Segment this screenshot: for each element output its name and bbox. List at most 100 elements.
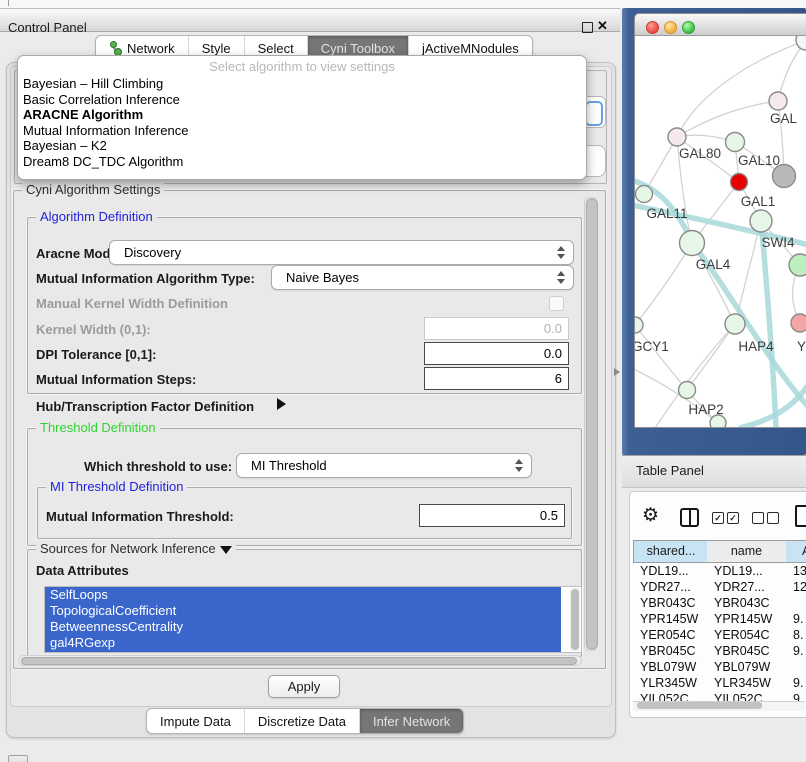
table-cell[interactable]: 12 [793,579,806,595]
table-cell[interactable]: YDR27... [640,579,707,595]
table-cell[interactable]: 9. [793,691,806,701]
network-node[interactable] [796,36,806,50]
attributes-vscroll-thumb[interactable] [571,589,579,650]
column-header-shared[interactable]: shared... [633,540,709,563]
aracne-mode-combo[interactable]: Discovery [109,240,574,265]
column-header-A[interactable]: A [786,540,806,563]
algorithm-option[interactable]: Dream8 DC_TDC Algorithm [18,154,586,170]
collapse-arrow-icon[interactable] [220,546,232,554]
table-cell[interactable]: YBR045C [714,643,786,659]
split-columns-icon[interactable] [680,508,699,527]
table-cell[interactable] [793,595,806,611]
table-cell[interactable]: YBR043C [640,595,707,611]
settings-horizontal-scrollbar[interactable] [18,655,582,666]
table-cell[interactable]: YDL19... [640,563,707,579]
close-traffic-icon[interactable] [646,21,659,34]
table-cell[interactable]: YBL079W [640,659,707,675]
deselect-check-icon-1[interactable] [752,512,764,524]
attribute-item[interactable]: SelfLoops [45,587,561,603]
mi-steps-field[interactable]: 6 [424,367,569,390]
select-check-icon-2[interactable]: ✓ [727,512,739,524]
data-attributes-list[interactable]: SelfLoopsTopologicalCoefficientBetweenne… [44,586,582,653]
table-cell[interactable]: YPR145W [640,611,707,627]
network-node-swi4[interactable] [750,210,772,232]
column-header-name[interactable]: name [707,540,787,563]
select-check-icon-1[interactable]: ✓ [712,512,724,524]
which-threshold-combo[interactable]: MI Threshold [236,453,532,478]
table-cell[interactable]: YER054C [714,627,786,643]
network-node-gal80[interactable] [668,128,686,146]
table-cell[interactable]: YIL052C [640,691,707,701]
dpi-tolerance-field[interactable]: 0.0 [424,342,569,365]
network-graph[interactable]: GALGAL80GAL10GAL1GAL11SWI4GAL4GCY1HAP4YH… [635,36,806,427]
table-cell[interactable]: 13 [793,563,806,579]
network-node[interactable] [789,254,806,276]
settings-hscroll-thumb[interactable] [21,657,577,665]
float-window-icon[interactable] [582,22,593,33]
table-cell[interactable]: 9. [793,611,806,627]
apply-button[interactable]: Apply [268,675,340,698]
network-node-gal10[interactable] [726,133,745,152]
table-cell[interactable]: YER054C [640,627,707,643]
network-node-y[interactable] [791,314,806,332]
bottom-tab-discretize-data[interactable]: Discretize Data [245,709,360,733]
combo-spinner-focused[interactable] [585,101,603,126]
table-cell[interactable]: YBR043C [714,595,786,611]
network-edge-highlighted[interactable] [761,221,776,427]
network-node-gal11[interactable] [636,186,653,203]
table-cell[interactable] [793,659,806,675]
network-node-gcy1[interactable] [635,317,643,333]
table-cell[interactable]: YLR345W [714,675,786,691]
algorithm-option[interactable]: ARACNE Algorithm [18,107,586,123]
close-icon[interactable]: ✕ [597,18,608,34]
network-edge[interactable] [677,101,778,137]
network-node[interactable] [773,165,796,188]
table-cell[interactable]: YDR27... [714,579,786,595]
algorithm-option[interactable]: Mutual Information Inference [18,123,586,139]
table-cell[interactable]: 9. [793,675,806,691]
network-window-titlebar[interactable] [635,14,806,36]
network-canvas[interactable]: GALGAL80GAL10GAL1GAL11SWI4GAL4GCY1HAP4YH… [635,36,806,427]
table-cell[interactable]: YBR045C [640,643,707,659]
network-node-hap4[interactable] [725,314,745,334]
network-node-hap2[interactable] [679,382,696,399]
bottom-tab-impute-data[interactable]: Impute Data [147,709,245,733]
table-cell[interactable]: YLR345W [640,675,707,691]
bottom-tab-infer-network[interactable]: Infer Network [360,709,463,733]
mi-type-combo[interactable]: Naive Bayes [271,265,574,290]
settings-vscroll-thumb[interactable] [586,198,598,650]
minimized-panel-icon[interactable] [8,755,28,762]
network-node-gal4[interactable] [680,231,705,256]
algorithm-option[interactable]: Bayesian – Hill Climbing [18,76,586,92]
attribute-item[interactable]: gal4RGexp [45,635,561,651]
network-node-gal1[interactable] [731,174,748,191]
network-node[interactable] [710,415,726,427]
settings-vertical-scrollbar[interactable] [584,196,598,652]
settings-gear-icon[interactable]: ⚙ [642,504,659,527]
network-edge[interactable] [635,325,687,390]
network-node-gal[interactable] [769,92,787,110]
table-hscroll-thumb[interactable] [637,702,762,709]
table-cell[interactable]: 9. [793,643,806,659]
table-cell[interactable]: YBL079W [714,659,786,675]
table-cell[interactable]: YDL19... [714,563,786,579]
attributes-vertical-scrollbar[interactable] [570,588,580,651]
network-edge[interactable] [687,324,735,390]
attribute-item[interactable]: TopologicalCoefficient [45,603,561,619]
table-cell[interactable]: YPR145W [714,611,786,627]
deselect-check-icon-2[interactable] [767,512,779,524]
table-cell[interactable]: 8. [793,627,806,643]
zoom-traffic-icon[interactable] [682,21,695,34]
algorithm-option[interactable]: Bayesian – K2 [18,138,586,154]
manual-kernel-checkbox[interactable] [549,296,564,311]
expand-arrow-icon[interactable] [277,398,286,410]
attribute-item[interactable]: BetweennessCentrality [45,619,561,635]
page-icon[interactable] [795,505,806,527]
mi-threshold-field[interactable]: 0.5 [419,504,565,527]
table-cell[interactable]: YIL052C [714,691,786,701]
algorithm-option[interactable]: Basic Correlation Inference [18,92,586,108]
splitpane-collapse-icon[interactable] [614,368,620,376]
minimize-traffic-icon[interactable] [664,21,677,34]
network-edge[interactable] [635,243,692,325]
kernel-width-field[interactable]: 0.0 [424,317,569,340]
